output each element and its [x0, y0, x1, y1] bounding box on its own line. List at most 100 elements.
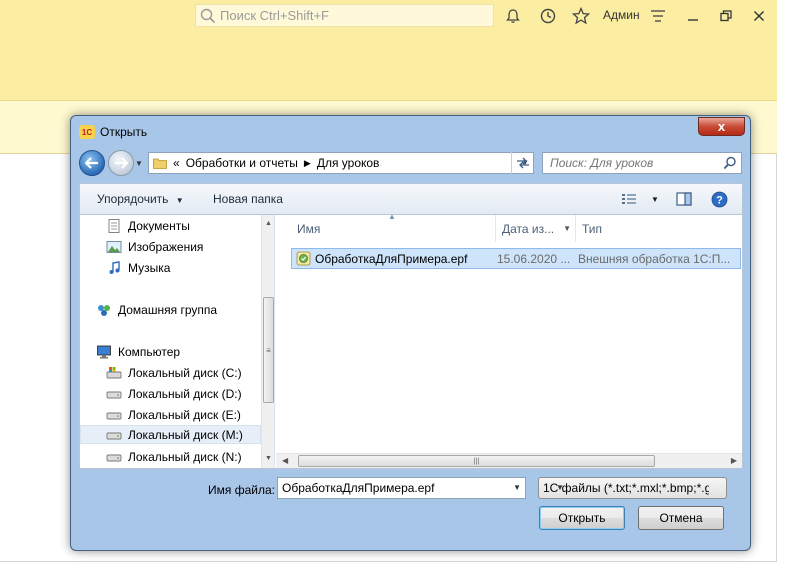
- nav-item-drive-m[interactable]: Локальный диск (M:): [80, 425, 261, 444]
- nav-item-drive-e[interactable]: Локальный диск (E:): [106, 405, 241, 424]
- chevron-down-icon: ▼: [563, 224, 571, 233]
- restore-icon[interactable]: [716, 6, 736, 26]
- drive-icon: [106, 391, 122, 398]
- address-row: ▼ « Обработки и отчеты ▶ Для уроков ▼: [79, 150, 743, 176]
- search-icon[interactable]: [723, 156, 737, 170]
- cancel-button[interactable]: Отмена: [638, 506, 724, 530]
- scroll-down-icon[interactable]: ▼: [265, 455, 272, 462]
- filename-label: Имя файла:: [208, 483, 275, 497]
- nav-item-label: Музыка: [128, 260, 171, 275]
- epf-file-icon: [296, 251, 311, 266]
- user-name[interactable]: Админ: [603, 8, 640, 22]
- preview-pane-button[interactable]: [676, 190, 692, 208]
- organize-button[interactable]: Упорядочить ▼: [97, 192, 184, 206]
- breadcrumb-item[interactable]: Обработки и отчеты: [186, 156, 298, 170]
- scroll-right-icon[interactable]: ▶: [731, 456, 737, 465]
- chevron-down-icon: ▼: [651, 194, 659, 204]
- column-header-type[interactable]: Тип: [576, 215, 742, 242]
- filename-input[interactable]: [278, 478, 498, 498]
- nav-item-label: Локальный диск (D:): [128, 386, 242, 401]
- nav-item-label: Локальный диск (M:): [128, 427, 243, 442]
- dialog-content: Документы Изображения Музыка Домашняя гр…: [79, 212, 743, 469]
- drive-icon: [106, 412, 122, 419]
- arrow-left-icon: [85, 157, 98, 169]
- nav-pane-scrollbar[interactable]: ▲ ≡ ▼: [261, 215, 274, 468]
- file-name: ОбработкаДляПримера.epf: [315, 251, 468, 266]
- nav-item-computer[interactable]: Компьютер: [96, 342, 180, 361]
- file-row[interactable]: ОбработкаДляПримера.epf 15.06.2020 ... В…: [291, 248, 741, 269]
- recent-locations-dropdown[interactable]: ▼: [135, 159, 143, 168]
- system-drive-icon: [106, 366, 122, 378]
- file-type: Внешняя обработка 1С:П...: [578, 251, 731, 266]
- star-icon[interactable]: [571, 6, 591, 26]
- sort-ascending-icon: ▲: [388, 212, 396, 221]
- music-icon: [109, 260, 120, 274]
- chevron-right-icon[interactable]: ▶: [304, 158, 311, 169]
- preview-pane-icon: [676, 192, 692, 206]
- menu-icon[interactable]: [648, 6, 668, 26]
- dialog-search-input[interactable]: [550, 156, 710, 170]
- dialog-close-button[interactable]: x: [698, 117, 745, 136]
- scroll-up-icon[interactable]: ▲: [265, 220, 272, 227]
- bell-icon[interactable]: [503, 6, 523, 26]
- file-list-hscrollbar[interactable]: ◀ ||| ▶: [276, 453, 742, 468]
- nav-item-label: Изображения: [128, 239, 204, 254]
- nav-item-drive-n[interactable]: Локальный диск (N:): [106, 447, 242, 466]
- refresh-button[interactable]: [511, 152, 534, 174]
- pictures-icon: [106, 240, 122, 253]
- organize-label: Упорядочить: [97, 192, 169, 206]
- nav-item-documents[interactable]: Документы: [106, 216, 190, 235]
- nav-item-homegroup[interactable]: Домашняя группа: [96, 300, 217, 319]
- dialog-titlebar: 1С Открыть: [79, 123, 147, 141]
- app-section-header: [0, 32, 777, 100]
- column-name-label: Имя: [297, 221, 321, 236]
- nav-item-label: Компьютер: [118, 344, 181, 359]
- address-bar[interactable]: « Обработки и отчеты ▶ Для уроков ▼: [148, 152, 534, 174]
- chevron-down-icon: ▼: [175, 196, 184, 205]
- drive-icon: [106, 432, 122, 439]
- address-prefix[interactable]: «: [173, 156, 180, 170]
- file-list-pane: Имя ▲ Дата из... ▼ Тип ОбработкаДляПриме…: [276, 212, 742, 468]
- close-icon[interactable]: [749, 6, 769, 26]
- scrollbar-thumb[interactable]: |||: [298, 455, 655, 467]
- dialog-search-field[interactable]: [542, 152, 742, 174]
- help-icon: ?: [711, 191, 728, 207]
- breadcrumb-item[interactable]: Для уроков: [317, 156, 380, 170]
- minimize-icon[interactable]: [683, 6, 703, 26]
- drive-icon: [106, 454, 122, 461]
- help-button[interactable]: ?: [711, 190, 728, 208]
- app-search-field[interactable]: Поиск Ctrl+Shift+F: [195, 4, 494, 27]
- refresh-icon: [517, 157, 529, 169]
- nav-item-drive-d[interactable]: Локальный диск (D:): [106, 384, 242, 403]
- scrollbar-thumb[interactable]: ≡: [263, 297, 274, 403]
- filename-combobox[interactable]: ▼: [277, 477, 526, 499]
- nav-item-pictures[interactable]: Изображения: [106, 237, 203, 256]
- scroll-left-icon[interactable]: ◀: [282, 456, 288, 465]
- column-header-date[interactable]: Дата из... ▼: [496, 215, 576, 242]
- chevron-down-icon[interactable]: ▼: [513, 483, 521, 492]
- arrow-right-icon: [115, 157, 128, 169]
- nav-item-label: Локальный диск (N:): [128, 449, 242, 464]
- nav-item-drive-c[interactable]: Локальный диск (C:): [106, 363, 242, 382]
- nav-item-music[interactable]: Музыка: [106, 258, 170, 277]
- file-date: 15.06.2020 ...: [497, 251, 571, 266]
- forward-button[interactable]: [108, 150, 134, 176]
- column-date-label: Дата из...: [502, 221, 555, 236]
- app-1c-icon: 1С: [79, 125, 95, 139]
- column-type-label: Тип: [582, 221, 603, 236]
- documents-icon: [108, 218, 120, 233]
- homegroup-icon: [98, 304, 110, 316]
- new-folder-button[interactable]: Новая папка: [213, 192, 283, 206]
- open-button[interactable]: Открыть: [539, 506, 625, 530]
- chevron-down-icon: ▼: [556, 483, 564, 492]
- history-icon[interactable]: [538, 6, 558, 26]
- back-button[interactable]: [79, 150, 105, 176]
- nav-item-label: Документы: [128, 218, 190, 233]
- file-type-filter-select[interactable]: 1С файлы (*.txt;*.mxl;*.bmp;*.g ▼: [538, 477, 727, 499]
- svg-text:?: ?: [716, 194, 723, 206]
- view-list-icon: [622, 194, 636, 204]
- nav-item-label: Локальный диск (C:): [128, 365, 242, 380]
- column-header-name[interactable]: Имя ▲: [276, 212, 496, 242]
- view-options-button[interactable]: ▼: [621, 190, 659, 208]
- search-icon: [200, 8, 216, 23]
